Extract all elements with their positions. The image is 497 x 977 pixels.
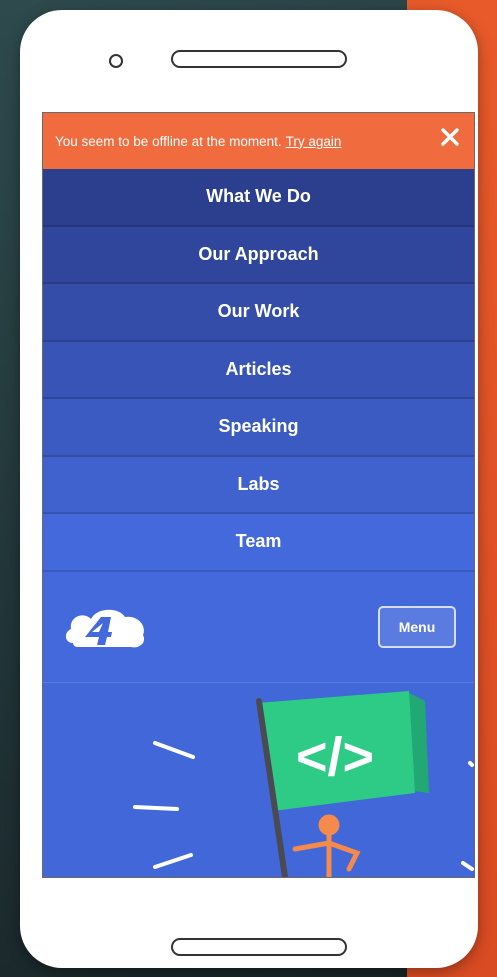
camera-icon (109, 54, 123, 68)
nav-item-team[interactable]: Team (43, 514, 474, 572)
phone-screen: You seem to be offline at the moment. Tr… (42, 112, 475, 878)
phone-frame: You seem to be offline at the moment. Tr… (20, 10, 478, 968)
site-header: Menu (43, 571, 474, 683)
nav-item-articles[interactable]: Articles (43, 341, 474, 399)
nav-item-labs[interactable]: Labs (43, 456, 474, 514)
menu-button[interactable]: Menu (378, 606, 456, 648)
offline-banner: You seem to be offline at the moment. Tr… (43, 113, 474, 169)
nav-item-speaking[interactable]: Speaking (43, 399, 474, 457)
nav-menu: What We Do Our Approach Our Work Article… (43, 169, 474, 572)
hero-illustration: </> (133, 691, 474, 877)
nav-item-what-we-do[interactable]: What We Do (43, 169, 474, 227)
close-icon[interactable] (440, 127, 460, 147)
flag-code-glyph: </> (296, 727, 374, 787)
home-button[interactable] (171, 938, 347, 956)
nav-item-our-approach[interactable]: Our Approach (43, 226, 474, 284)
four-logo-icon[interactable] (63, 605, 149, 653)
try-again-link[interactable]: Try again (286, 134, 342, 149)
figure-icon (292, 814, 361, 877)
offline-message: You seem to be offline at the moment. (55, 133, 282, 149)
nav-item-our-work[interactable]: Our Work (43, 284, 474, 342)
speaker-grille (171, 50, 347, 68)
